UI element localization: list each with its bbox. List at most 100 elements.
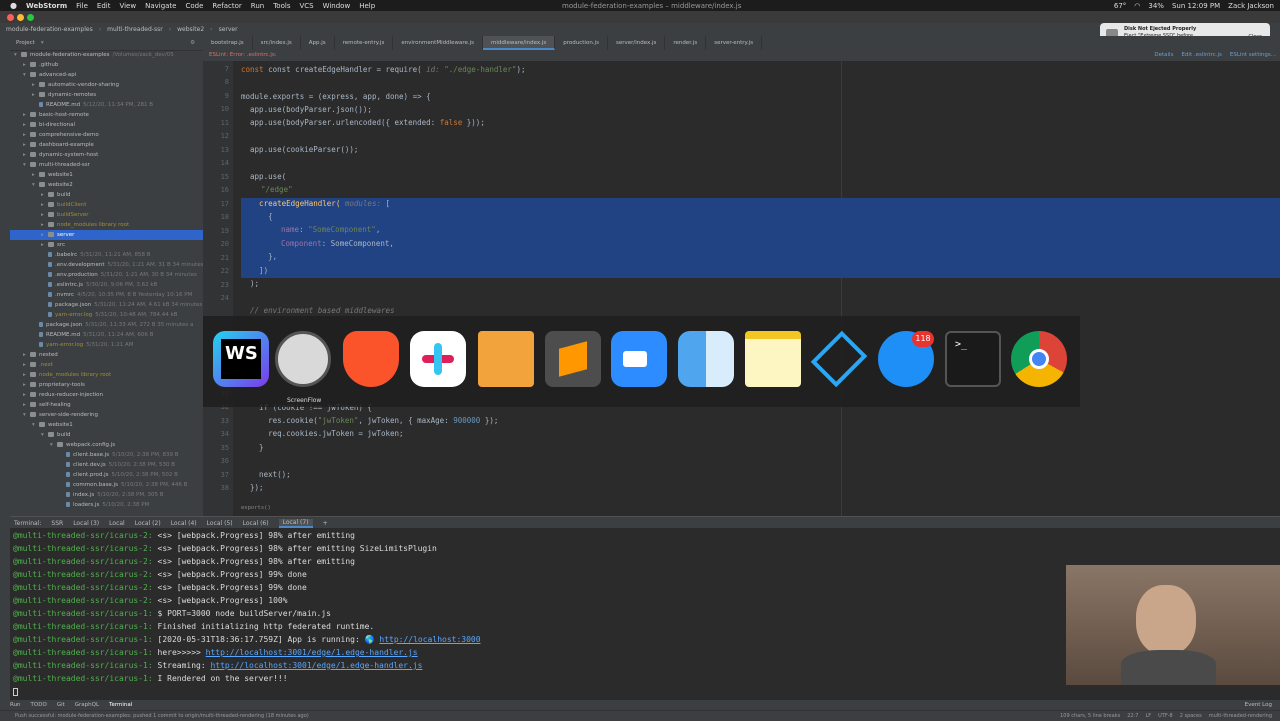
close-window-icon[interactable]	[7, 14, 14, 21]
editor-tab[interactable]: remote-entry.js	[335, 36, 394, 50]
chevron-right-icon[interactable]: ▸	[23, 360, 30, 370]
chevron-down-icon[interactable]: ▾	[50, 440, 57, 450]
menu-refactor[interactable]: Refactor	[212, 2, 241, 10]
menu-vcs[interactable]: VCS	[299, 2, 313, 10]
tree-file[interactable]: .eslintrc.js 5/30/20, 9:06 PM, 3.62 kB	[10, 280, 203, 290]
tree-folder[interactable]: ▸ node_modules library root	[10, 370, 203, 380]
pages-icon[interactable]	[478, 331, 534, 387]
editor-tab[interactable]: src/index.js	[253, 36, 301, 50]
menu-run[interactable]: Run	[251, 2, 264, 10]
chevron-right-icon[interactable]: ▸	[32, 90, 39, 100]
terminal-link[interactable]: http://localhost:3001/edge/1.edge-handle…	[210, 661, 422, 670]
tree-folder[interactable]: ▸ proprietary-tools	[10, 380, 203, 390]
webstorm-icon[interactable]: WS	[213, 331, 269, 387]
chevron-down-icon[interactable]: ▾	[23, 160, 30, 170]
tree-file[interactable]: .env.development 5/31/20, 1:21 AM, 31 B 3…	[10, 260, 203, 270]
tree-file[interactable]: README.md 5/12/20, 11:34 PM, 281 B	[10, 100, 203, 110]
tree-folder[interactable]: ▾ module-federation-examples/Volumes/zack…	[10, 50, 203, 60]
terminal-tab[interactable]: Local (3)	[73, 520, 99, 527]
chevron-right-icon[interactable]: ▸	[41, 190, 48, 200]
tree-folder[interactable]: ▸ self-healing	[10, 400, 203, 410]
tree-file[interactable]: common.base.js 5/10/20, 2:38 PM, 446 B	[10, 480, 203, 490]
tree-folder[interactable]: ▾ build	[10, 430, 203, 440]
tree-file[interactable]: client.dev.js 5/10/20, 2:38 PM, 530 B	[10, 460, 203, 470]
chrome-icon[interactable]	[1011, 331, 1067, 387]
nav-crumb[interactable]: module-federation-examples	[6, 26, 93, 33]
chevron-right-icon[interactable]: ▸	[41, 240, 48, 250]
terminal-tab[interactable]: SSR	[51, 520, 63, 527]
chevron-right-icon[interactable]: ▸	[23, 370, 30, 380]
chevron-down-icon[interactable]: ▾	[32, 420, 39, 430]
tree-folder[interactable]: ▸ nested	[10, 350, 203, 360]
tree-folder[interactable]: ▸ buildClient	[10, 200, 203, 210]
chevron-right-icon[interactable]: ▸	[23, 60, 30, 70]
editor-tab-active[interactable]: middleware/index.js	[483, 36, 556, 50]
chevron-right-icon[interactable]: ▸	[23, 120, 30, 130]
editor-tab[interactable]: production.js	[555, 36, 608, 50]
chevron-down-icon[interactable]: ▾	[23, 410, 30, 420]
tool-run[interactable]: Run	[10, 702, 21, 708]
terminal-link[interactable]: http://localhost:3000	[379, 635, 480, 644]
chevron-right-icon[interactable]: ▸	[32, 80, 39, 90]
editor-tab[interactable]: bootstrap.js	[203, 36, 253, 50]
finder-icon[interactable]	[678, 331, 734, 387]
tree-file[interactable]: .env.production 5/31/20, 1:21 AM, 30 B 34…	[10, 270, 203, 280]
terminal-tab-active[interactable]: Local (7)	[278, 518, 313, 528]
tool-terminal[interactable]: Terminal	[109, 702, 132, 708]
editor-tab[interactable]: server-entry.js	[706, 36, 763, 50]
editor-tab[interactable]: App.js	[301, 36, 335, 50]
zoom-window-icon[interactable]	[27, 14, 34, 21]
tree-folder[interactable]: ▸ server	[10, 230, 203, 240]
tree-folder[interactable]: ▸ automatic-vendor-sharing	[10, 80, 203, 90]
chevron-right-icon[interactable]: ▸	[23, 350, 30, 360]
tree-folder[interactable]: ▸ node_modules library root	[10, 220, 203, 230]
code-breadcrumb[interactable]: exports()	[241, 505, 271, 511]
tree-folder[interactable]: ▸ .next	[10, 360, 203, 370]
tree-folder[interactable]: ▸ buildServer	[10, 210, 203, 220]
editor-tab[interactable]: environmentMiddleware.js	[393, 36, 484, 50]
battery-level[interactable]: 34%	[1148, 2, 1164, 10]
vscode-icon[interactable]	[810, 330, 868, 388]
chevron-right-icon[interactable]: ▸	[23, 150, 30, 160]
tree-folder[interactable]: ▾ server-side-rendering	[10, 410, 203, 420]
editor-tab[interactable]: server/index.js	[608, 36, 666, 50]
slack-icon[interactable]	[410, 331, 466, 387]
nav-crumb[interactable]: server	[219, 26, 238, 33]
tree-file[interactable]: README.md 5/31/20, 11:24 AM, 606 B	[10, 330, 203, 340]
eslint-details-link[interactable]: Details	[1154, 50, 1173, 61]
tree-folder[interactable]: ▾ advanced-api	[10, 70, 203, 80]
tree-file[interactable]: yarn-error.log 5/31/20, 10:48 AM, 784.44 …	[10, 310, 203, 320]
tree-folder[interactable]: ▸ basic-host-remote	[10, 110, 203, 120]
chevron-down-icon[interactable]: ▾	[41, 430, 48, 440]
code-editor[interactable]: const const createEdgeHandler = require(…	[233, 61, 1280, 516]
gear-icon[interactable]: ⚙	[190, 40, 195, 46]
editor-tab[interactable]: render.js	[665, 36, 707, 50]
terminal-tab[interactable]: Local (2)	[135, 520, 161, 527]
tree-folder[interactable]: ▸ build	[10, 190, 203, 200]
chevron-right-icon[interactable]: ▸	[41, 210, 48, 220]
tree-folder[interactable]: ▾ multi-threaded-ssr	[10, 160, 203, 170]
eslint-edit-link[interactable]: Edit .eslintrc.js	[1181, 50, 1221, 61]
terminal-link[interactable]: http://localhost:3001/edge/1.edge-handle…	[206, 648, 418, 657]
tree-file[interactable]: client.prod.js 5/10/20, 2:38 PM, 502 B	[10, 470, 203, 480]
nav-crumb[interactable]: multi-threaded-ssr	[107, 26, 163, 33]
chevron-right-icon[interactable]: ▸	[32, 170, 39, 180]
tree-file[interactable]: client.base.js 5/10/20, 2:38 PM, 839 B	[10, 450, 203, 460]
tool-graphql[interactable]: GraphQL	[75, 702, 99, 708]
terminal-tab[interactable]: Local (4)	[171, 520, 197, 527]
eslint-settings-link[interactable]: ESLint settings...	[1230, 50, 1276, 61]
chevron-down-icon[interactable]: ▾	[41, 40, 44, 46]
project-header[interactable]: Project ▾ ⚙	[10, 36, 203, 51]
terminal-tab[interactable]: Local	[109, 520, 125, 527]
tree-folder[interactable]: ▸ website1	[10, 170, 203, 180]
chevron-right-icon[interactable]: ▸	[23, 140, 30, 150]
nav-crumb[interactable]: website2	[177, 26, 204, 33]
menu-edit[interactable]: Edit	[97, 2, 111, 10]
sublime-icon[interactable]	[545, 331, 601, 387]
zoom-icon[interactable]	[611, 331, 667, 387]
chevron-right-icon[interactable]: ▸	[23, 390, 30, 400]
tree-file[interactable]: package.json 5/31/20, 11:33 AM, 272 B 35 …	[10, 320, 203, 330]
terminal-tab[interactable]: Local (5)	[207, 520, 233, 527]
chevron-right-icon[interactable]: ▸	[23, 380, 30, 390]
event-log[interactable]: Event Log	[1245, 702, 1272, 708]
